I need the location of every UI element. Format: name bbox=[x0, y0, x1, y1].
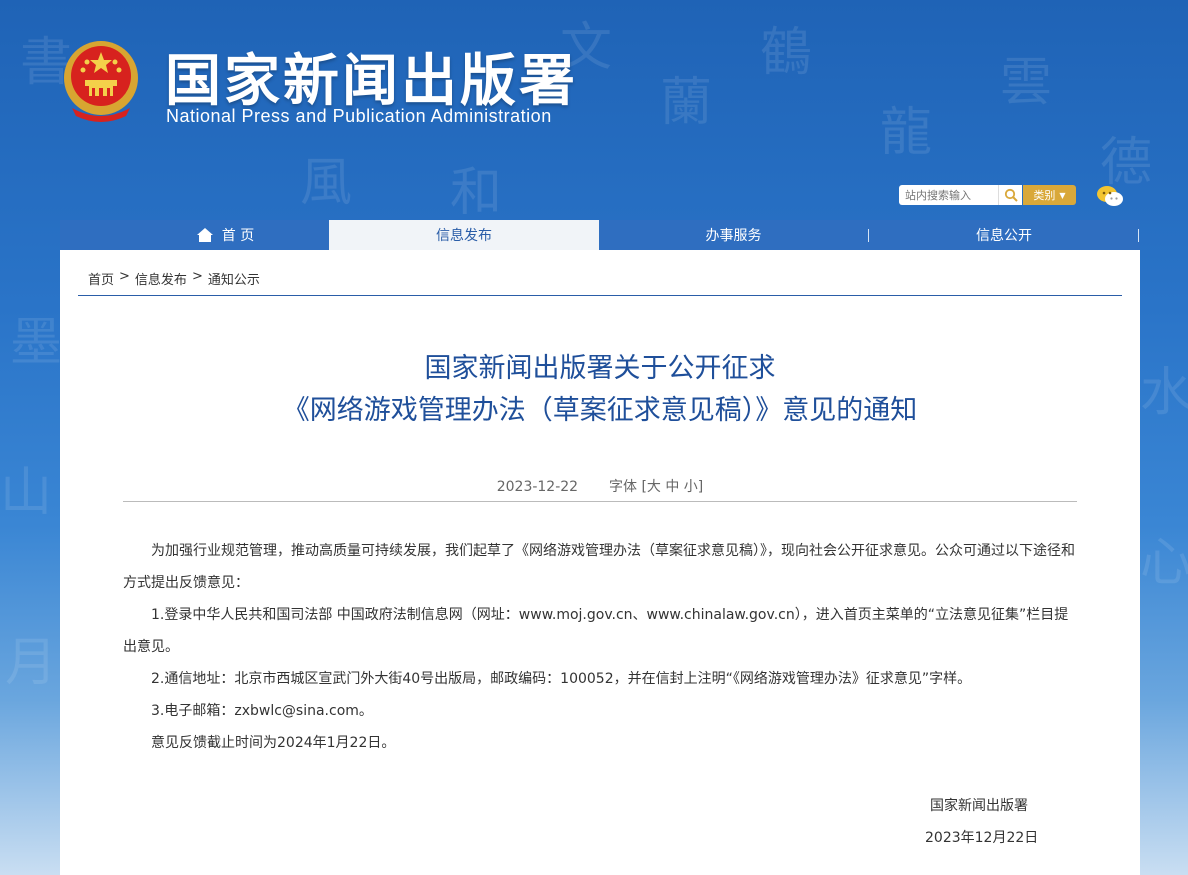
article-title: 国家新闻出版署关于公开征求 《网络游戏管理办法（草案征求意见稿）》意见的通知 bbox=[60, 348, 1140, 432]
article-paragraph: 1.登录中华人民共和国司法部 中国政府法制信息网（网址：www.moj.gov.… bbox=[123, 607, 1069, 655]
font-size-selector[interactable]: 字体 [大 中 小] bbox=[609, 479, 703, 495]
breadcrumb-home[interactable]: 首页 bbox=[88, 269, 114, 288]
site-subtitle: National Press and Publication Administr… bbox=[166, 106, 552, 126]
signature-org: 国家新闻出版署 bbox=[930, 798, 1028, 814]
article-meta: 2023-12-22 字体 [大 中 小] bbox=[60, 476, 1140, 496]
site-title[interactable]: 国家新闻出版署 bbox=[165, 36, 578, 117]
home-icon bbox=[196, 228, 213, 242]
breadcrumb-notices[interactable]: 通知公示 bbox=[208, 269, 260, 288]
breadcrumb: 首页 > 信息发布 > 通知公示 bbox=[88, 269, 260, 288]
article-paragraph: 2.通信地址：北京市西城区宣武门外大街40号出版局，邮政编码：100052，并在… bbox=[151, 671, 972, 687]
nav-divider bbox=[1138, 229, 1139, 242]
article-paragraph: 3.电子邮箱：zxbwlc@sina.com。 bbox=[151, 703, 373, 719]
article-body: 为加强行业规范管理，推动高质量可持续发展，我们起草了《网络游戏管理办法（草案征求… bbox=[123, 535, 1077, 759]
signature-date: 2023年12月22日 bbox=[925, 830, 1039, 846]
search-icon bbox=[1004, 188, 1018, 202]
nav-item-home[interactable]: 首 页 bbox=[120, 220, 330, 250]
meta-divider bbox=[123, 501, 1077, 502]
nav-item-label: 信息发布 bbox=[436, 228, 492, 244]
chevron-down-icon: ▼ bbox=[1059, 190, 1066, 200]
nav-item-info-disclosure[interactable]: 信息公开 bbox=[869, 220, 1139, 250]
category-label: 类别 bbox=[1033, 189, 1056, 202]
search-input[interactable] bbox=[899, 185, 999, 205]
article-paragraph: 意见反馈截止时间为2024年1月22日。 bbox=[151, 735, 396, 751]
breadcrumb-separator: > bbox=[191, 269, 203, 284]
wechat-icon[interactable] bbox=[1096, 184, 1124, 208]
nav-item-info-release[interactable]: 信息发布 bbox=[329, 220, 599, 250]
nav-item-label: 办事服务 bbox=[705, 228, 762, 244]
national-emblem-icon bbox=[64, 41, 138, 122]
article-title-line2: 《网络游戏管理办法（草案征求意见稿）》意见的通知 bbox=[282, 395, 918, 426]
content-panel: 首页 > 信息发布 > 通知公示 国家新闻出版署关于公开征求 《网络游戏管理办法… bbox=[60, 250, 1140, 875]
nav-item-label: 信息公开 bbox=[976, 228, 1032, 244]
breadcrumb-separator: > bbox=[119, 269, 130, 284]
main-nav: 首 页 信息发布 办事服务 信息公开 bbox=[60, 220, 1140, 251]
search-button[interactable] bbox=[998, 185, 1022, 205]
nav-item-label: 首 页 bbox=[221, 228, 255, 244]
category-dropdown[interactable]: 类别 ▼ bbox=[1023, 185, 1076, 205]
article-title-line1: 国家新闻出版署关于公开征求 bbox=[424, 353, 776, 384]
article-date: 2023-12-22 bbox=[496, 479, 579, 495]
breadcrumb-divider bbox=[78, 295, 1122, 296]
site-header: 国家新闻出版署 National Press and Publication A… bbox=[0, 0, 1188, 215]
nav-item-services[interactable]: 办事服务 bbox=[599, 220, 868, 250]
article-paragraph: 为加强行业规范管理，推动高质量可持续发展，我们起草了《网络游戏管理办法（草案征求… bbox=[123, 543, 1075, 591]
breadcrumb-info-release[interactable]: 信息发布 bbox=[135, 269, 187, 288]
